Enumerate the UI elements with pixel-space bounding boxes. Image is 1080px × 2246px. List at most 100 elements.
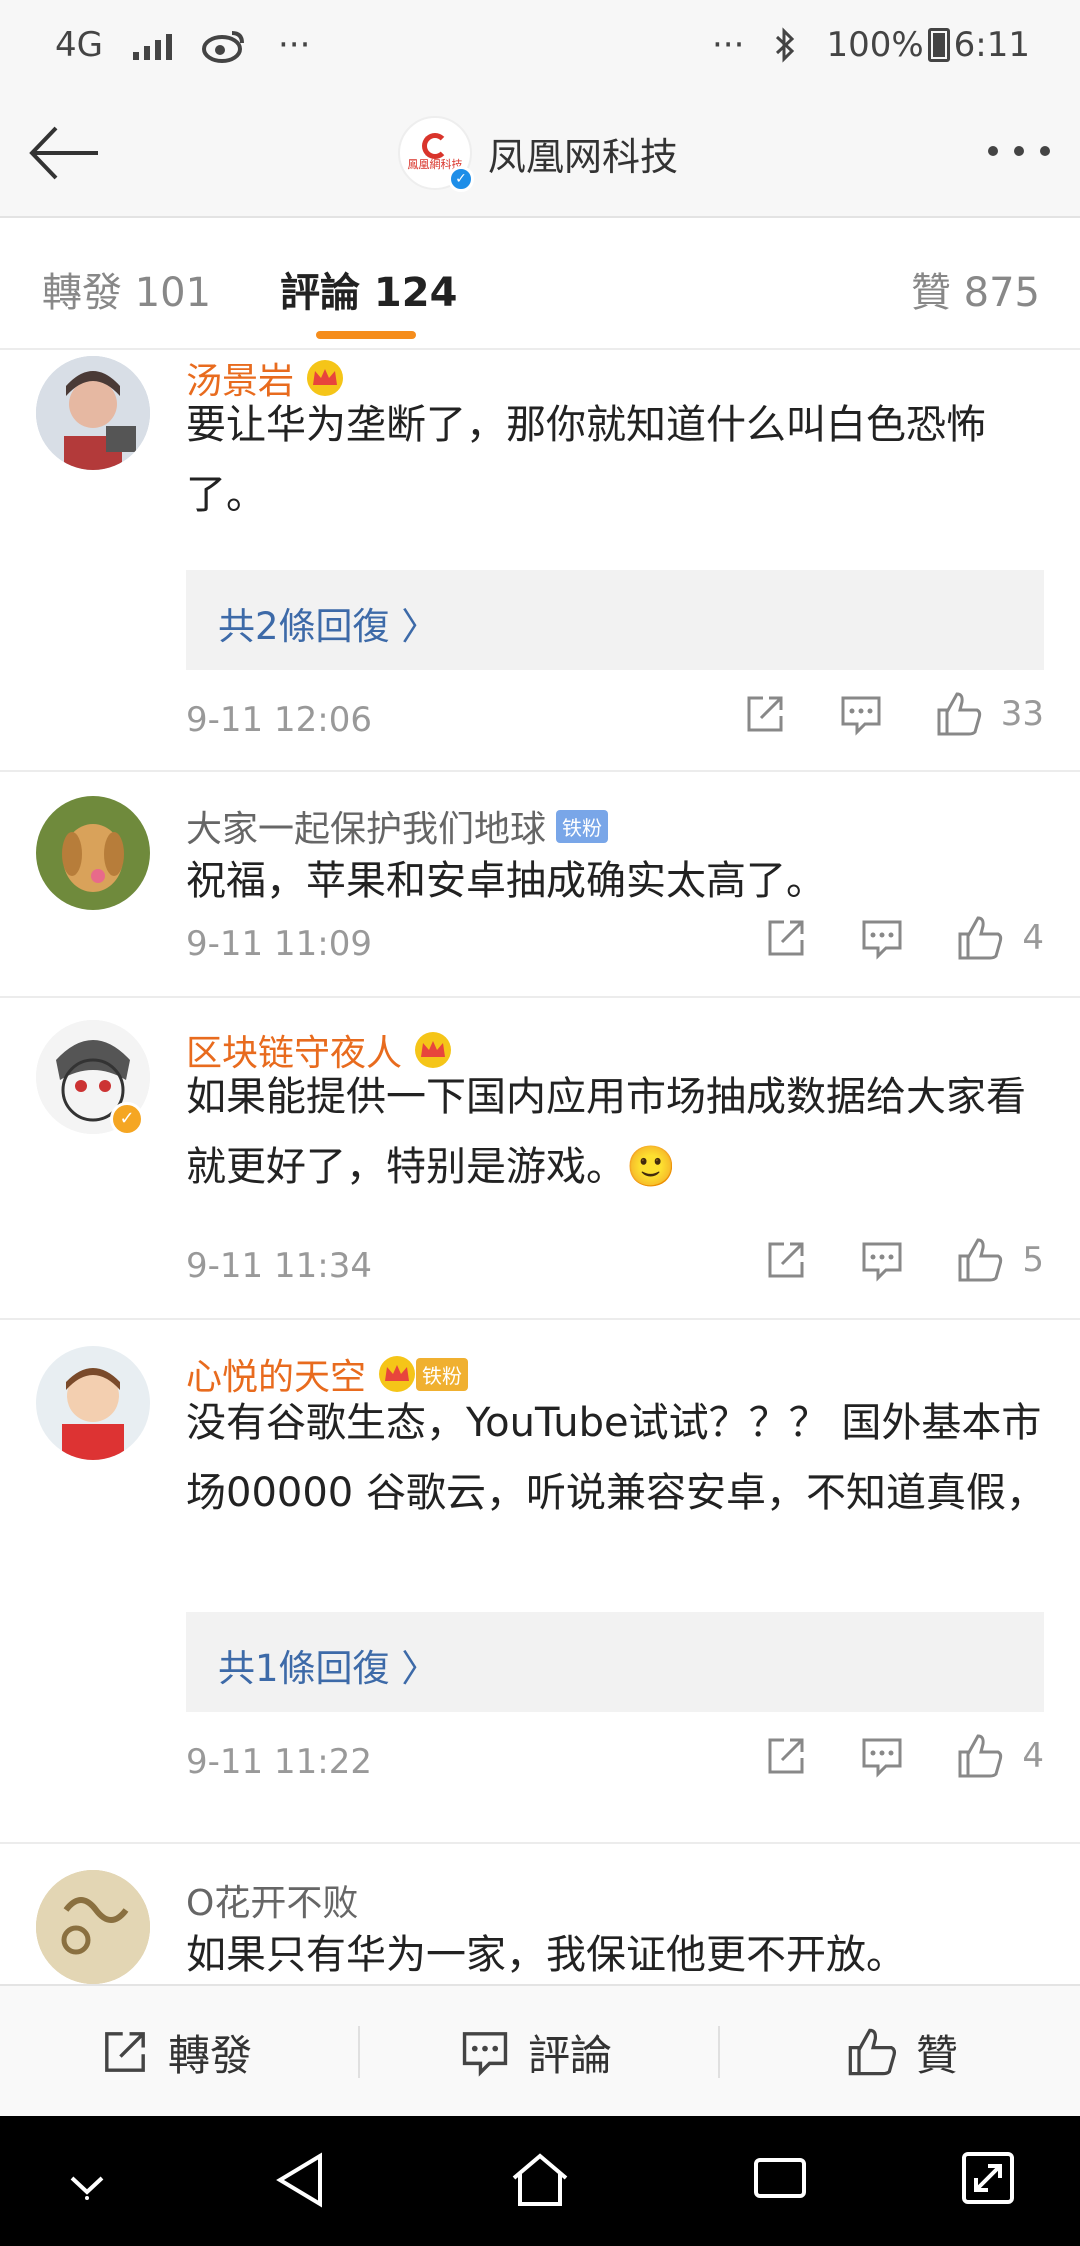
tab-bar: 轉發 101 評論 124 贊 875 — [0, 218, 1080, 350]
comment-time: 9-11 11:22 — [186, 1742, 372, 1782]
comment-actions: 4 — [712, 914, 1044, 962]
username-row: 大家一起保护我们地球 铁粉 — [186, 800, 609, 852]
like-action[interactable]: 4 — [956, 914, 1044, 962]
like-count: 4 — [1022, 1736, 1044, 1776]
signal-icon — [132, 30, 172, 60]
thumbs-up-icon — [958, 1238, 1003, 1282]
back-arrow-icon — [29, 126, 98, 180]
repost-label: 轉發 — [168, 2030, 253, 2080]
thumbs-up-icon — [958, 1734, 1003, 1778]
like-count: 5 — [1022, 1240, 1044, 1280]
share-icon — [747, 696, 783, 732]
reply-action[interactable] — [860, 1734, 904, 1778]
status-left: 4G ··· — [55, 25, 310, 65]
comment-time: 9-11 11:34 — [186, 1246, 372, 1286]
thumbs-up-icon — [958, 916, 1003, 960]
username[interactable]: O花开不败 — [186, 1874, 358, 1926]
iron-fan-badge: 铁粉 — [556, 809, 609, 843]
view-replies-button[interactable]: 共1條回復 〉 — [186, 1612, 1044, 1712]
account-header[interactable]: 鳳凰網科技 ✓ 凤凰网科技 — [398, 116, 679, 192]
like-count: 4 — [1022, 918, 1044, 958]
comment-button[interactable]: 評論 — [460, 1986, 612, 2118]
comment-item: 大家一起保护我们地球 铁粉 祝福，苹果和安卓抽成确实太高了。 9-11 11:0… — [0, 772, 1080, 998]
repost-button[interactable]: 轉發 — [100, 1986, 252, 2118]
tab-like[interactable]: 贊 875 — [911, 260, 1040, 318]
repost-action[interactable] — [764, 916, 808, 960]
share-icon — [768, 1738, 804, 1774]
more-notifications: ··· — [277, 25, 311, 65]
comment-item: ✓ 区块链守夜人 如果能提供一下国内应用市场抽成数据给大家看就更好了，特别是游戏… — [0, 998, 1080, 1320]
comment-actions: 4 — [712, 1732, 1044, 1780]
username[interactable]: 大家一起保护我们地球 — [186, 800, 546, 852]
divider — [718, 2026, 720, 2078]
clock: 6:11 — [953, 25, 1030, 65]
view-replies-button[interactable]: 共2條回復 〉 — [186, 570, 1044, 670]
tab-comment[interactable]: 評論 124 — [280, 260, 457, 318]
thumbs-up-icon — [937, 692, 981, 736]
reply-action[interactable] — [860, 916, 904, 960]
user-avatar[interactable] — [36, 1346, 150, 1460]
expand-screen-icon[interactable] — [960, 2150, 1016, 2206]
repost-action[interactable] — [743, 692, 787, 736]
tab-repost[interactable]: 轉發 101 — [42, 260, 211, 318]
repost-action[interactable] — [764, 1734, 808, 1778]
comment-time: 9-11 12:06 — [186, 700, 372, 740]
recent-apps-icon[interactable] — [752, 2150, 808, 2206]
weibo-comments-screen: 4G ··· ··· 100% 6:11 鳳凰網科技 ✓ 凤凰网科技 轉發 10… — [0, 0, 1080, 2246]
verified-badge-icon: ✓ — [448, 166, 474, 192]
comment-label: 評論 — [528, 2030, 613, 2080]
back-nav-icon[interactable] — [274, 2150, 326, 2210]
comment-text: 祝福，苹果和安卓抽成确实太高了。 — [186, 858, 826, 904]
like-action[interactable]: 5 — [956, 1236, 1044, 1284]
comment-item: 汤景岩 要让华为垄断了，那你就知道什么叫白色恐怖了。 共2條回復 〉 9-11 … — [0, 352, 1080, 772]
battery-group: 100% — [826, 25, 950, 65]
comment-item: O花开不败 如果只有华为一家，我保证他更不开放。 — [0, 1844, 1080, 1984]
share-icon — [768, 920, 804, 956]
status-dots: ··· — [712, 25, 745, 65]
divider — [358, 2026, 360, 2078]
more-options-button[interactable] — [988, 146, 1050, 156]
comment-icon — [862, 920, 902, 960]
user-avatar[interactable] — [36, 1870, 150, 1984]
user-avatar[interactable] — [36, 796, 150, 910]
user-avatar[interactable] — [36, 356, 150, 470]
comment-time: 9-11 11:09 — [186, 924, 372, 964]
active-tab-indicator — [316, 331, 416, 339]
verified-badge-icon: ✓ — [110, 1102, 144, 1136]
comment-text: 如果能提供一下国内应用市场抽成数据给大家看就更好了，特别是游戏。🙂 — [186, 1074, 1026, 1190]
comment-actions: 5 — [712, 1236, 1044, 1284]
battery-icon — [927, 28, 950, 62]
status-bar: 4G ··· ··· 100% 6:11 — [0, 0, 1080, 90]
like-button[interactable]: 贊 — [846, 1986, 958, 2118]
iron-fan-badge: 铁粉 — [416, 1357, 469, 1391]
comment-actions: 33 — [691, 690, 1044, 738]
thumbs-up-icon — [848, 2028, 897, 2076]
like-label: 贊 — [916, 2030, 959, 2080]
like-action[interactable]: 33 — [935, 690, 1044, 738]
status-right: ··· 100% 6:11 — [712, 25, 1030, 65]
weibo-icon — [201, 31, 244, 63]
home-nav-icon[interactable] — [510, 2150, 570, 2210]
share-icon — [105, 2032, 145, 2072]
comment-icon — [462, 2032, 508, 2077]
comment-list[interactable]: 汤景岩 要让华为垄断了，那你就知道什么叫白色恐怖了。 共2條回復 〉 9-11 … — [0, 352, 1080, 1984]
bottom-toolbar: 轉發 評論 贊 — [0, 1984, 1080, 2116]
reply-action[interactable] — [839, 692, 883, 736]
comment-icon — [841, 696, 881, 736]
account-avatar: 鳳凰網科技 ✓ — [398, 116, 474, 192]
repost-action[interactable] — [764, 1238, 808, 1282]
reply-action[interactable] — [860, 1238, 904, 1282]
account-name: 凤凰网科技 — [488, 134, 679, 179]
comment-item: 心悦的天空 铁粉 没有谷歌生态，YouTube试试？？？ 国外基本市场00000… — [0, 1320, 1080, 1844]
like-action[interactable]: 4 — [956, 1732, 1044, 1780]
share-icon — [768, 1242, 804, 1278]
bluetooth-icon — [776, 27, 795, 63]
comment-text: 没有谷歌生态，YouTube试试？？？ 国外基本市场00000 谷歌云，听说兼容… — [186, 1400, 1046, 1516]
comment-icon — [862, 1738, 902, 1778]
comment-text: 要让华为垄断了，那你就知道什么叫白色恐怖了。 — [186, 402, 986, 518]
network-indicator: 4G — [55, 25, 103, 65]
battery-percent: 100% — [826, 25, 924, 65]
hide-keyboard-icon[interactable] — [66, 2168, 108, 2202]
username-row: O花开不败 — [186, 1874, 358, 1926]
back-button[interactable] — [26, 118, 106, 188]
